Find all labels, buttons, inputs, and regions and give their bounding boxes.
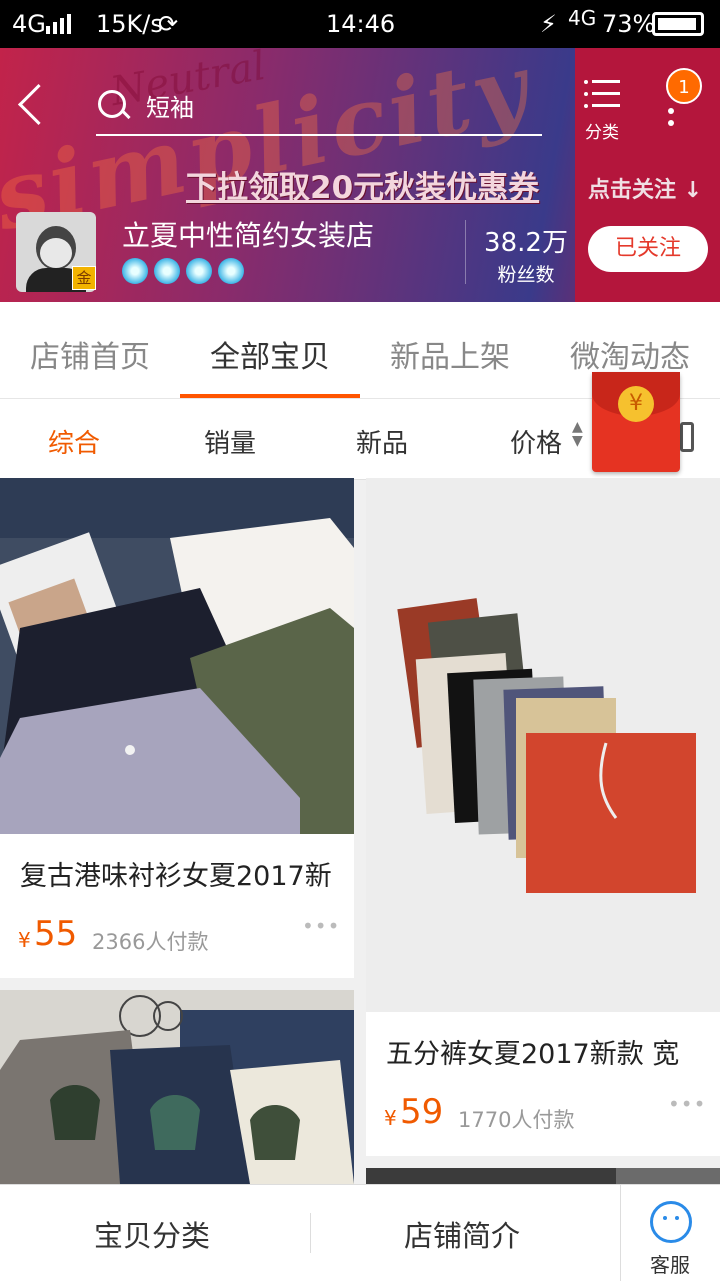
status-bar: 4G 15K/s ⟳ 14:46 ⚡ 4G 73%: [0, 0, 720, 48]
crown-rating-icons: [122, 258, 250, 288]
yuan-coin-icon: ¥: [618, 386, 654, 422]
product-sales: 2366人付款: [92, 930, 209, 954]
product-image: [0, 990, 354, 1184]
clock: 14:46: [326, 10, 396, 38]
more-options-icon[interactable]: •••: [668, 1092, 706, 1116]
divider: [465, 220, 466, 284]
battery-percent: 73%: [602, 10, 656, 38]
shop-header: simplicity Neutral 短袖 分类 1 下拉领取20元秋装优惠券 …: [0, 48, 720, 302]
search-text: 短袖: [146, 94, 194, 122]
search-icon: [98, 90, 126, 118]
more-options-icon[interactable]: •••: [302, 914, 340, 938]
tab-shop-home[interactable]: 店铺首页: [0, 332, 180, 376]
product-title: 五分裤女夏2017新款 宽: [386, 1039, 680, 1070]
product-price: 55: [34, 914, 78, 954]
sort-new[interactable]: 新品: [356, 423, 408, 460]
category-button[interactable]: 分类: [578, 78, 626, 144]
follow-hint: 点击关注 ↓: [588, 178, 703, 203]
network-type-2: 4G: [568, 6, 597, 30]
category-tab-button[interactable]: 宝贝分类: [94, 1213, 210, 1255]
product-image: [0, 478, 354, 834]
sort-comprehensive[interactable]: 综合: [48, 423, 100, 460]
currency-symbol: ¥: [18, 928, 31, 952]
currency-symbol: ¥: [384, 1106, 397, 1130]
charging-icon: ⚡: [540, 10, 557, 38]
product-image: [366, 1168, 720, 1184]
battery-icon: [652, 12, 704, 36]
product-price: 59: [400, 1092, 444, 1132]
fans-count: 38.2万: [484, 228, 568, 258]
tab-all-items[interactable]: 全部宝贝: [180, 332, 360, 376]
gold-badge: 金: [72, 266, 96, 290]
tab-weitao[interactable]: 微淘动态: [540, 332, 720, 376]
price-sort-arrows-icon: ▲ ▼: [572, 419, 583, 449]
product-card[interactable]: 复古港味衬衫女夏2017新 ¥ 55 2366人付款 •••: [0, 478, 354, 978]
tab-new-arrivals[interactable]: 新品上架: [360, 332, 540, 376]
sort-sales[interactable]: 销量: [204, 423, 256, 460]
category-label: 分类: [585, 123, 619, 143]
red-packet-button[interactable]: ¥: [592, 372, 680, 472]
customer-service-label[interactable]: 客服: [636, 1249, 704, 1278]
product-card[interactable]: [0, 990, 354, 1184]
network-type: 4G: [12, 10, 46, 38]
product-card[interactable]: 五分裤女夏2017新款 宽 ¥ 59 1770人付款 •••: [366, 478, 720, 1156]
back-icon[interactable]: [17, 83, 60, 126]
promo-banner[interactable]: 下拉领取20元秋装优惠券: [186, 162, 539, 207]
list-icon: [584, 80, 620, 108]
notification-badge: 1: [666, 68, 702, 104]
view-mode-icon[interactable]: [680, 422, 694, 452]
shop-name: 立夏中性简约女装店: [122, 219, 375, 252]
divider: [310, 1213, 311, 1253]
search-field[interactable]: 短袖: [96, 78, 542, 136]
sort-price[interactable]: 价格: [510, 423, 562, 460]
network-speed: 15K/s: [96, 10, 163, 38]
sync-icon: ⟳: [158, 10, 179, 38]
product-title: 复古港味衬衫女夏2017新: [20, 861, 332, 892]
followed-button[interactable]: 已关注: [588, 226, 708, 272]
product-card[interactable]: [366, 1168, 720, 1184]
fans-label: 粉丝数: [497, 264, 555, 286]
more-menu-icon[interactable]: [662, 108, 682, 168]
bottom-bar: 宝贝分类 店铺简介 客服: [0, 1184, 720, 1281]
customer-service-icon[interactable]: [650, 1201, 692, 1243]
divider: [620, 1185, 621, 1281]
product-sales: 1770人付款: [458, 1108, 575, 1132]
shop-intro-button[interactable]: 店铺简介: [404, 1213, 520, 1255]
signal-icon: [46, 14, 74, 34]
product-image: [366, 478, 720, 1012]
